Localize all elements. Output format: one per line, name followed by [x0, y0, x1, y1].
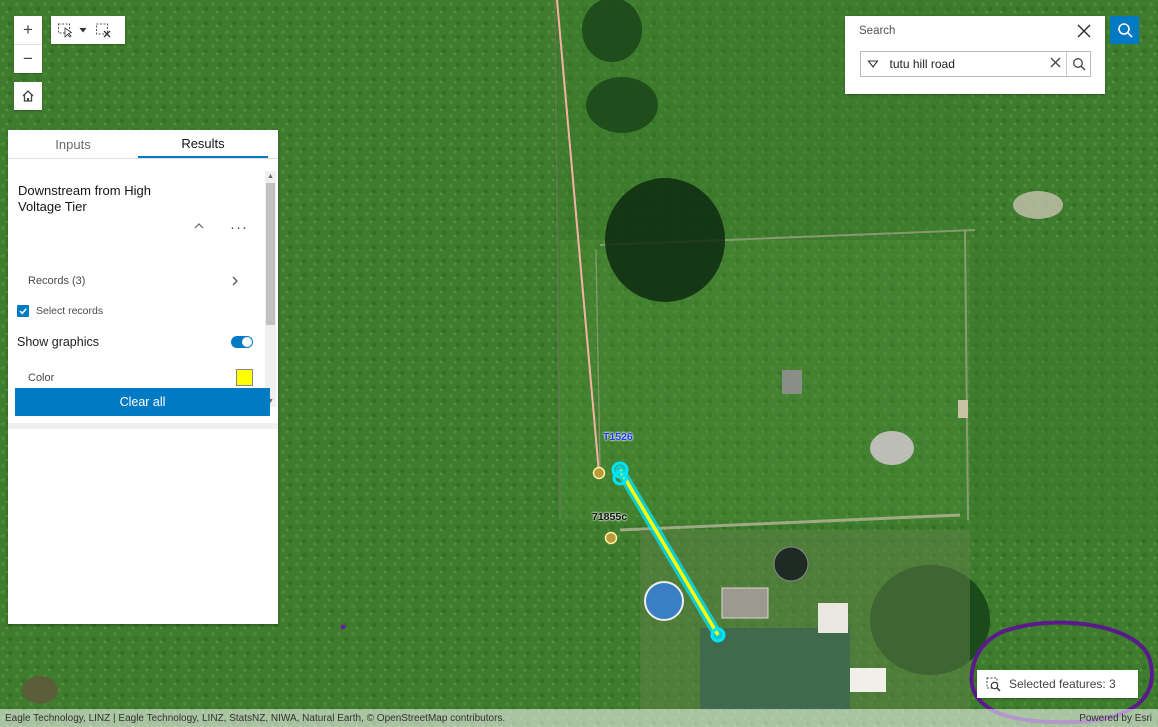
map-attribution: Eagle Technology, LINZ | Eagle Technolog… [0, 709, 1158, 727]
select-by-rectangle-icon[interactable] [57, 22, 75, 38]
checkmark-icon [19, 308, 27, 315]
results-scrollbar[interactable]: ▲ ▼ [265, 171, 276, 407]
scroll-up-icon[interactable]: ▲ [265, 171, 276, 182]
trace-results-panel: Inputs Results Downstream from High Volt… [8, 130, 278, 624]
show-graphics-row: Show graphics [17, 335, 253, 349]
show-graphics-label: Show graphics [17, 335, 99, 349]
search-widget: Search [845, 16, 1105, 94]
more-options-button[interactable]: ··· [230, 219, 248, 236]
powered-by-text[interactable]: Powered by Esri [1079, 713, 1152, 724]
results-list: Downstream from High Voltage Tier ··· Re… [8, 159, 278, 407]
records-row[interactable]: Records (3) [28, 275, 240, 287]
tab-results[interactable]: Results [138, 130, 268, 158]
home-button[interactable] [14, 82, 42, 110]
select-records-row[interactable]: Select records [17, 305, 103, 317]
clear-all-button[interactable]: Clear all [15, 388, 270, 416]
search-icon [1072, 58, 1086, 71]
selected-features-button[interactable]: Selected features: 3 [977, 670, 1138, 698]
caret-down-icon[interactable] [78, 25, 88, 35]
scroll-thumb[interactable] [266, 183, 275, 325]
caret-down-icon [867, 60, 879, 68]
tab-inputs[interactable]: Inputs [8, 130, 138, 158]
label-71855c: 71855c [592, 511, 628, 523]
selection-toolbar [51, 16, 125, 44]
color-label: Color [28, 371, 55, 384]
search-icon [1117, 23, 1133, 38]
records-label: Records (3) [28, 275, 86, 287]
chevron-up-icon[interactable] [193, 221, 205, 231]
select-records-checkbox[interactable] [17, 305, 29, 317]
search-field [860, 51, 1091, 77]
chevron-right-icon [232, 276, 238, 286]
clear-search-button[interactable] [1045, 55, 1067, 73]
show-graphics-toggle[interactable] [231, 336, 253, 348]
panel-tabs: Inputs Results [8, 130, 278, 159]
close-search-button[interactable] [1077, 24, 1091, 41]
close-icon [1050, 57, 1061, 68]
color-row: Color [28, 369, 253, 386]
search-title: Search [859, 25, 896, 37]
select-records-label: Select records [36, 305, 104, 317]
search-toggle-button[interactable] [1110, 16, 1139, 44]
search-submit-button[interactable] [1066, 52, 1090, 76]
zoom-out-button[interactable]: − [14, 45, 42, 73]
search-input[interactable] [884, 57, 1045, 71]
zoom-in-button[interactable]: + [14, 16, 42, 45]
close-icon [1077, 24, 1091, 38]
panel-separator [8, 423, 278, 429]
color-swatch[interactable] [236, 369, 253, 386]
zoom-controls: + − [14, 16, 42, 73]
selected-features-label: Selected features: 3 [1009, 677, 1116, 691]
attribution-text[interactable]: Eagle Technology, LINZ | Eagle Technolog… [5, 713, 505, 724]
zoom-to-selection-icon [986, 677, 1001, 691]
label-t1526: T1526 [603, 431, 633, 443]
clear-selection-icon[interactable] [95, 22, 113, 38]
home-icon [22, 90, 34, 102]
trace-group-title: Downstream from High Voltage Tier [18, 183, 151, 214]
search-source-dropdown[interactable] [861, 59, 885, 69]
